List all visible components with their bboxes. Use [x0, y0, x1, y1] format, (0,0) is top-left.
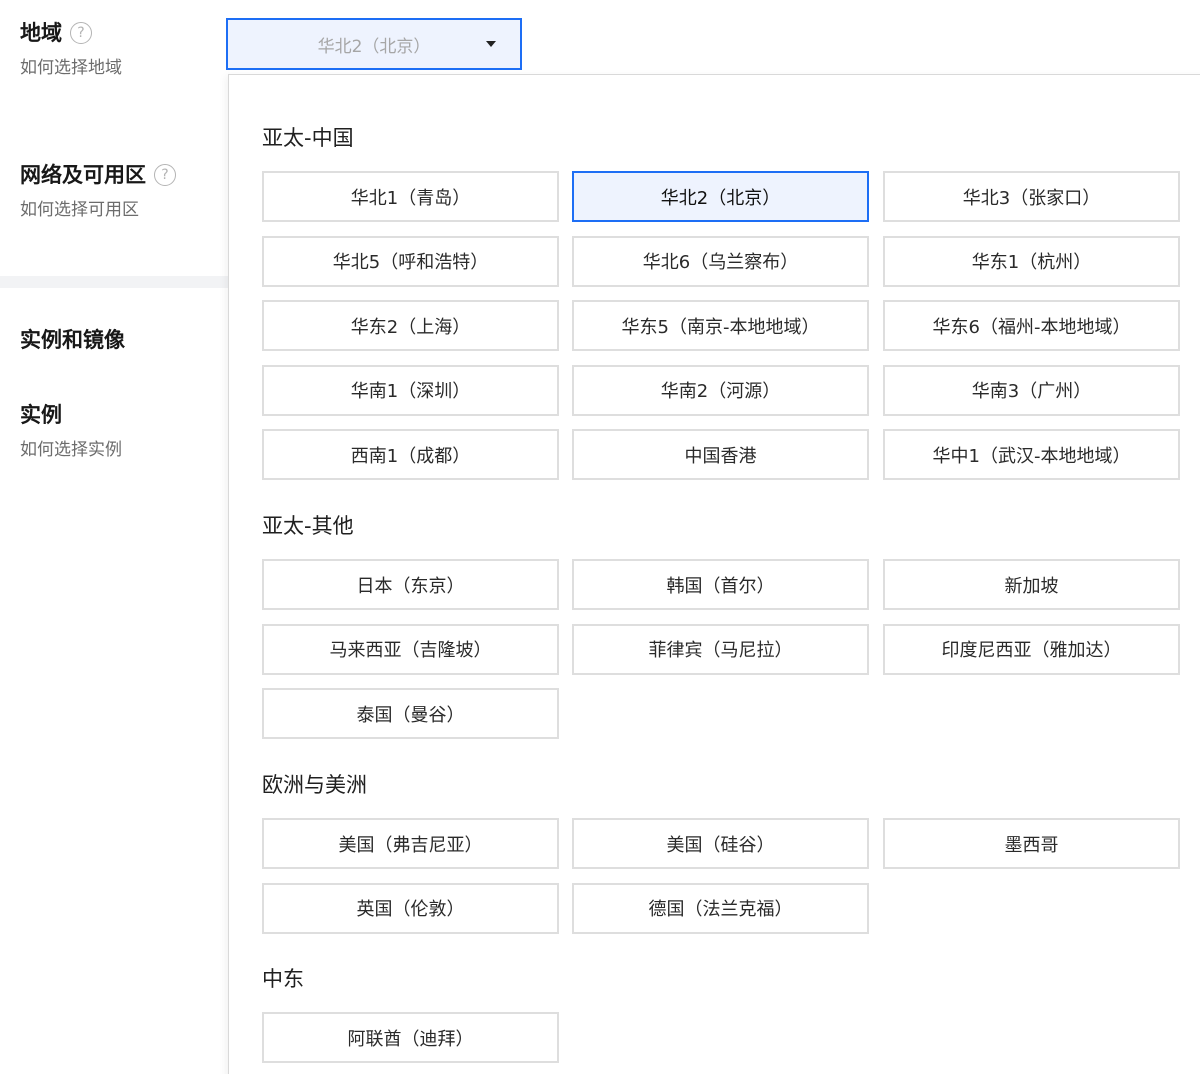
group-title-asia-china: 亚太-中国 — [262, 126, 354, 150]
region-option[interactable]: 华中1（武汉-本地地域） — [883, 429, 1180, 480]
region-dropdown-panel: 亚太-中国 亚太-其他 欧洲与美洲 中东 华北1（青岛） 华北2（北京） 华北3（张… — [228, 74, 1200, 1074]
region-option[interactable]: 华东6（福州-本地地域） — [883, 300, 1180, 351]
region-option[interactable]: 印度尼西亚（雅加达） — [883, 623, 1180, 675]
region-option[interactable]: 新加坡 — [883, 559, 1180, 610]
region-option[interactable]: 华北6（乌兰察布） — [572, 235, 869, 287]
instance-title: 实例 — [20, 403, 62, 427]
region-option[interactable]: 泰国（曼谷） — [262, 688, 559, 739]
network-help-link[interactable]: 如何选择可用区 — [20, 198, 176, 222]
region-option[interactable]: 华南3（广州） — [883, 364, 1180, 416]
region-option[interactable]: 华南2（河源） — [572, 364, 869, 416]
region-option[interactable]: 华北3（张家口） — [883, 171, 1180, 222]
section-title-block: 实例和镜像 — [20, 325, 125, 355]
region-help-link[interactable]: 如何选择地域 — [20, 56, 122, 80]
region-option[interactable]: 西南1（成都） — [262, 429, 559, 480]
region-option[interactable]: 华东5（南京-本地地域） — [572, 300, 869, 351]
region-option[interactable]: 菲律宾（马尼拉） — [572, 623, 869, 675]
region-option[interactable]: 华南1（深圳） — [262, 364, 559, 416]
region-option[interactable]: 华北2（北京） — [572, 171, 869, 222]
region-option[interactable]: 墨西哥 — [883, 818, 1180, 869]
region-option[interactable]: 日本（东京） — [262, 559, 559, 610]
question-circle-icon[interactable]: ? — [154, 164, 176, 186]
region-option[interactable]: 华北1（青岛） — [262, 171, 559, 222]
group-title-asia-other: 亚太-其他 — [262, 514, 354, 538]
section-divider — [0, 276, 230, 288]
region-select-value: 华北2（北京） — [317, 36, 431, 57]
region-option[interactable]: 中国香港 — [572, 429, 869, 480]
region-option[interactable]: 韩国（首尔） — [572, 559, 869, 610]
region-option[interactable]: 阿联酋（迪拜） — [262, 1012, 559, 1063]
question-circle-icon[interactable]: ? — [70, 22, 92, 44]
network-title-row: 网络及可用区 ? — [20, 160, 176, 190]
region-title: 地域 — [20, 21, 62, 45]
group-title-europe-americas: 欧洲与美洲 — [262, 773, 367, 797]
network-label-block: 网络及可用区 ? 如何选择可用区 — [20, 160, 176, 222]
region-option[interactable]: 美国（弗吉尼亚） — [262, 818, 559, 869]
region-option[interactable]: 马来西亚（吉隆坡） — [262, 623, 559, 675]
region-option[interactable]: 德国（法兰克福） — [572, 882, 869, 934]
caret-down-icon — [486, 41, 496, 47]
ecs-purchase-page: 地域 ? 如何选择地域 网络及可用区 ? 如何选择可用区 实例和镜像 实例 如何… — [0, 0, 1200, 1074]
region-option[interactable]: 英国（伦敦） — [262, 882, 559, 934]
region-select[interactable]: 华北2（北京） — [226, 18, 522, 70]
network-title: 网络及可用区 — [20, 163, 146, 187]
region-option[interactable]: 华东1（杭州） — [883, 235, 1180, 287]
instance-help-link[interactable]: 如何选择实例 — [20, 438, 122, 462]
section-title: 实例和镜像 — [20, 328, 125, 352]
instance-label-block: 实例 如何选择实例 — [20, 400, 122, 462]
region-option[interactable]: 华东2（上海） — [262, 300, 559, 351]
region-title-row: 地域 ? — [20, 18, 122, 48]
region-option[interactable]: 华北5（呼和浩特） — [262, 235, 559, 287]
region-label-block: 地域 ? 如何选择地域 — [20, 18, 122, 80]
region-option[interactable]: 美国（硅谷） — [572, 818, 869, 869]
group-title-middle-east: 中东 — [262, 967, 304, 991]
